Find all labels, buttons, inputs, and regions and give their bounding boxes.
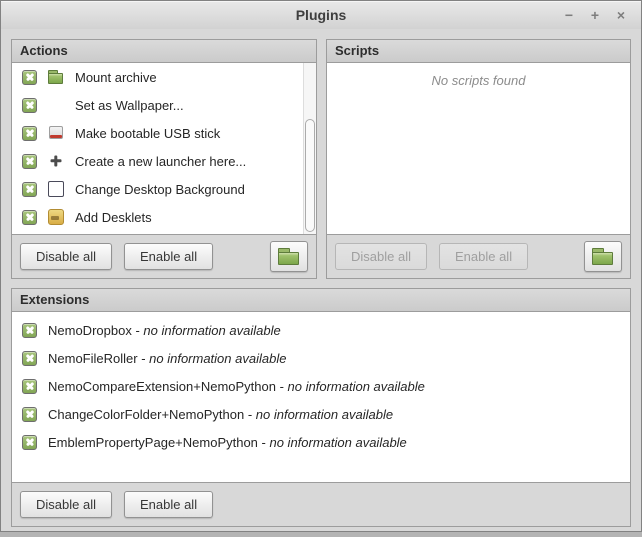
- actions-list: Mount archive Set as Wallpaper... Make b…: [12, 63, 316, 234]
- scripts-disable-all-button: Disable all: [335, 243, 427, 270]
- actions-scrollbar-thumb[interactable]: [305, 119, 315, 232]
- folder-icon: [278, 247, 300, 266]
- extension-item-label: NemoCompareExtension+NemoPython - no inf…: [48, 379, 425, 394]
- extension-item-label: EmblemPropertyPage+NemoPython - no infor…: [48, 435, 407, 450]
- extension-item-emblempropertypage[interactable]: EmblemPropertyPage+NemoPython - no infor…: [12, 428, 630, 456]
- extension-separator: -: [131, 322, 144, 338]
- plus-icon: [48, 153, 64, 169]
- action-item-bootable-usb[interactable]: Make bootable USB stick: [12, 119, 316, 147]
- checkbox-checked-icon[interactable]: [22, 209, 37, 225]
- actions-disable-all-button[interactable]: Disable all: [20, 243, 112, 270]
- folder-icon: [592, 247, 614, 266]
- scripts-footer: Disable all Enable all: [327, 234, 630, 278]
- window-title: Plugins: [295, 7, 347, 23]
- actions-panel: Actions Mount archive Set as Wallpaper..…: [11, 39, 317, 279]
- extension-name: NemoFileRoller: [48, 350, 138, 366]
- desklets-icon: [48, 209, 64, 225]
- extension-separator: -: [275, 378, 288, 394]
- blank-icon: [48, 97, 64, 113]
- action-item-new-launcher[interactable]: Create a new launcher here...: [12, 147, 316, 175]
- close-icon[interactable]: ×: [611, 4, 631, 26]
- actions-panel-title: Actions: [12, 40, 316, 63]
- scripts-enable-all-button: Enable all: [438, 243, 529, 270]
- scripts-empty-message: No scripts found: [431, 73, 526, 88]
- extension-name: NemoCompareExtension+NemoPython: [48, 378, 276, 394]
- scripts-panel-title: Scripts: [327, 40, 630, 63]
- scripts-panel: Scripts No scripts found Disable all Ena…: [326, 39, 631, 279]
- checkbox-checked-icon[interactable]: [22, 69, 37, 85]
- window-content: Actions Mount archive Set as Wallpaper..…: [1, 29, 641, 537]
- action-item-label: Mount archive: [75, 69, 157, 85]
- action-item-add-desklets[interactable]: Add Desklets: [12, 203, 316, 231]
- checkbox-checked-icon[interactable]: [22, 153, 37, 169]
- maximize-icon[interactable]: +: [585, 4, 605, 26]
- checkbox-checked-icon[interactable]: [22, 322, 37, 338]
- usb-imager-icon: [48, 125, 64, 141]
- extension-item-changecolorfolder[interactable]: ChangeColorFolder+NemoPython - no inform…: [12, 400, 630, 428]
- extension-name: EmblemPropertyPage+NemoPython: [48, 434, 258, 450]
- window-controls: − + ×: [559, 1, 631, 29]
- checkbox-checked-icon[interactable]: [22, 350, 37, 366]
- extension-name: ChangeColorFolder+NemoPython: [48, 406, 245, 422]
- actions-open-folder-button[interactable]: [270, 241, 308, 272]
- action-item-label: Make bootable USB stick: [75, 125, 221, 141]
- action-item-label: Change Desktop Background: [75, 181, 245, 197]
- actions-enable-all-button[interactable]: Enable all: [123, 243, 214, 270]
- extension-separator: -: [244, 406, 256, 422]
- extension-separator: -: [257, 434, 270, 450]
- action-item-mount-archive[interactable]: Mount archive: [12, 63, 316, 91]
- extension-info: no information available: [287, 378, 425, 394]
- action-item-label: Set as Wallpaper...: [75, 97, 184, 113]
- checkbox-checked-icon[interactable]: [22, 97, 37, 113]
- folder-icon: [48, 69, 64, 85]
- action-item-set-wallpaper[interactable]: Set as Wallpaper...: [12, 91, 316, 119]
- extensions-panel: Extensions NemoDropbox - no information …: [11, 288, 631, 527]
- action-item-label: Add Desklets: [75, 209, 152, 225]
- checkbox-checked-icon[interactable]: [22, 181, 37, 197]
- extensions-panel-title: Extensions: [12, 289, 630, 312]
- extensions-disable-all-button[interactable]: Disable all: [20, 491, 112, 518]
- extension-info: no information available: [143, 322, 281, 338]
- action-item-label: Create a new launcher here...: [75, 153, 247, 169]
- checkbox-checked-icon[interactable]: [22, 125, 37, 141]
- scripts-list: No scripts found: [327, 63, 630, 234]
- titlebar[interactable]: Plugins − + ×: [1, 1, 641, 29]
- checkbox-checked-icon[interactable]: [22, 434, 37, 450]
- desktop-background-icon: [48, 181, 64, 197]
- extension-name: NemoDropbox: [48, 322, 132, 338]
- actions-scrollbar[interactable]: [303, 63, 316, 234]
- extension-info: no information available: [269, 434, 407, 450]
- plugins-window: Plugins − + × Actions Mount archive Set …: [0, 0, 642, 532]
- checkbox-checked-icon[interactable]: [22, 406, 37, 422]
- extension-separator: -: [137, 350, 150, 366]
- extensions-footer: Disable all Enable all: [12, 482, 630, 526]
- extension-item-label: NemoDropbox - no information available: [48, 323, 281, 338]
- scripts-open-folder-button[interactable]: [584, 241, 622, 272]
- extension-info: no information available: [149, 350, 287, 366]
- extensions-enable-all-button[interactable]: Enable all: [123, 491, 214, 518]
- extension-item-nemodropbox[interactable]: NemoDropbox - no information available: [12, 316, 630, 344]
- minimize-icon[interactable]: −: [559, 4, 579, 26]
- extension-item-nemofileroller[interactable]: NemoFileRoller - no information availabl…: [12, 344, 630, 372]
- actions-footer: Disable all Enable all: [12, 234, 316, 278]
- extension-info: no information available: [255, 406, 394, 422]
- extension-item-label: NemoFileRoller - no information availabl…: [48, 351, 286, 366]
- extension-item-nemocompare[interactable]: NemoCompareExtension+NemoPython - no inf…: [12, 372, 630, 400]
- extension-item-label: ChangeColorFolder+NemoPython - no inform…: [48, 407, 393, 422]
- top-row: Actions Mount archive Set as Wallpaper..…: [11, 39, 631, 279]
- checkbox-checked-icon[interactable]: [22, 378, 37, 394]
- extensions-list: NemoDropbox - no information available N…: [12, 312, 630, 482]
- action-item-change-background[interactable]: Change Desktop Background: [12, 175, 316, 203]
